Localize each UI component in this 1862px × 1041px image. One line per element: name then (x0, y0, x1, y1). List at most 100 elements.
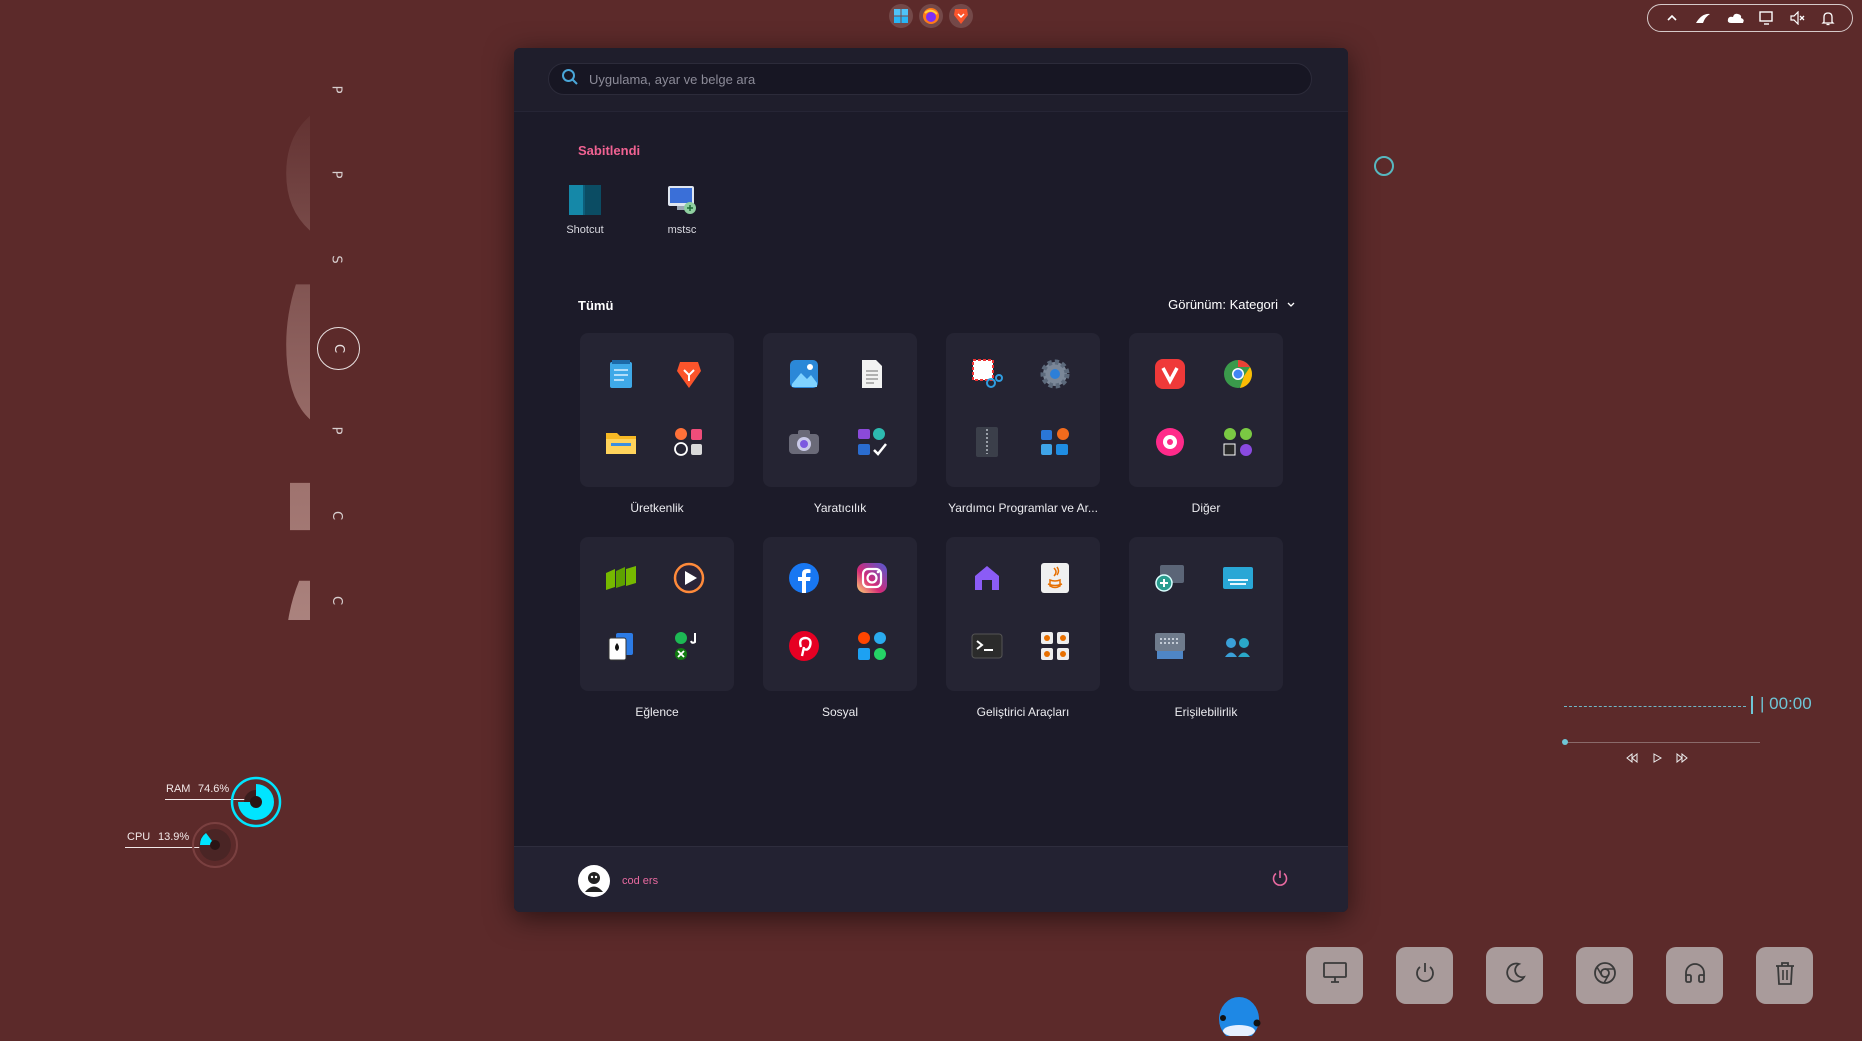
audio-button[interactable] (1666, 947, 1723, 1004)
mascot-widget[interactable] (1217, 995, 1261, 1041)
cloud-icon[interactable] (1727, 11, 1745, 25)
camera-icon (787, 425, 821, 459)
previous-icon[interactable] (1626, 750, 1638, 768)
recycle-bin-button[interactable] (1756, 947, 1813, 1004)
search-box[interactable] (548, 63, 1312, 95)
quick-dock (1306, 947, 1813, 1004)
media-progress-handle[interactable] (1562, 739, 1568, 745)
category-tile[interactable] (946, 333, 1100, 487)
firefox-icon[interactable] (919, 4, 943, 28)
category-accessibility[interactable]: Erişilebilirlik (1129, 537, 1283, 719)
category-utilities[interactable]: Yardımcı Programlar ve Ar... (946, 333, 1100, 515)
category-label: Erişilebilirlik (1174, 705, 1238, 719)
apps-cluster-icon (1038, 425, 1072, 459)
category-entertainment[interactable]: Eğlence (580, 537, 734, 719)
view-mode-label: Görünüm: Kategori (1168, 297, 1278, 312)
pinned-app-label: Shotcut (566, 224, 604, 236)
media-separator (1751, 696, 1753, 714)
media-time: | 00:00 (1760, 694, 1812, 713)
category-creativity[interactable]: Yaratıcılık (763, 333, 917, 515)
apps-cluster-icon (1221, 629, 1255, 663)
side-label-7[interactable]: C (329, 596, 344, 605)
side-label-5[interactable]: P (328, 427, 343, 435)
pinned-app-shotcut[interactable]: Shotcut (550, 182, 620, 236)
view-mode-dropdown[interactable]: Görünüm: Kategori (1146, 297, 1296, 312)
search-input[interactable] (587, 70, 1267, 88)
chrome-icon (1221, 357, 1255, 391)
trash-icon (1774, 960, 1796, 991)
bell-icon[interactable] (1821, 11, 1835, 26)
side-label-6[interactable]: C (329, 511, 344, 520)
category-tile[interactable] (580, 333, 734, 487)
side-label-4: C (330, 343, 346, 354)
system-tray (1647, 4, 1853, 32)
category-label: Eğlence (635, 705, 679, 719)
chrome-icon (1592, 960, 1618, 991)
side-label-1[interactable]: P (328, 86, 343, 94)
category-tile[interactable] (946, 537, 1100, 691)
apps-cluster-icon (672, 629, 706, 663)
pinned-app-mstsc[interactable]: mstsc (647, 182, 717, 236)
nvidia-icon (604, 561, 638, 595)
category-tile[interactable] (580, 537, 734, 691)
browser-button[interactable] (1576, 947, 1633, 1004)
pen-icon[interactable] (1694, 11, 1712, 25)
avatar (578, 865, 610, 897)
search-bar-area (514, 48, 1348, 112)
power-button[interactable] (1268, 868, 1292, 892)
headphones-icon (1683, 961, 1707, 990)
category-label: Yaratıcılık (813, 501, 867, 515)
mute-icon[interactable] (1790, 11, 1806, 25)
pinned-title: Sabitlendi (578, 143, 641, 158)
cpu-label: CPU (127, 831, 151, 843)
category-social[interactable]: Sosyal (763, 537, 917, 719)
category-productivity[interactable]: Üretkenlik (580, 333, 734, 515)
desktop-clock: 03:55 (70, 80, 538, 933)
desktop-ring-widget[interactable] (1374, 156, 1394, 176)
terminal-icon (970, 629, 1004, 663)
side-label-2[interactable]: P (328, 171, 343, 179)
category-tile[interactable] (1129, 333, 1283, 487)
sleep-button[interactable] (1486, 947, 1543, 1004)
category-tile[interactable] (763, 537, 917, 691)
facebook-icon (787, 561, 821, 595)
ram-label: RAM (166, 783, 191, 795)
user-profile[interactable]: cod ers (578, 865, 658, 897)
start-menu: Sabitlendi Shotcut mstsc Tümü Görünüm: K… (514, 48, 1348, 912)
system-stats-widget: RAM 74.6% CPU 13.9% (120, 770, 290, 870)
show-desktop-button[interactable] (1306, 947, 1363, 1004)
pinterest-icon (787, 629, 821, 663)
archive-icon (970, 425, 1004, 459)
category-label: Yardımcı Programlar ve Ar... (948, 501, 1098, 515)
play-icon[interactable] (1652, 750, 1663, 768)
shotcut-icon (567, 182, 603, 218)
moon-icon (1503, 961, 1527, 990)
all-apps-title: Tümü (578, 298, 614, 313)
next-icon[interactable] (1676, 750, 1688, 768)
category-tile[interactable] (763, 333, 917, 487)
side-label-3[interactable]: S (329, 255, 344, 263)
solitaire-icon (604, 629, 638, 663)
start-menu-footer: cod ers (514, 846, 1348, 912)
user-name: cod ers (622, 875, 659, 887)
media-waveform (1564, 706, 1746, 707)
side-active-ring[interactable]: C (317, 327, 360, 370)
media-player-icon (672, 561, 706, 595)
search-icon (561, 68, 579, 91)
start-icon[interactable] (889, 4, 913, 28)
folder-icon (604, 425, 638, 459)
category-other[interactable]: Diğer (1129, 333, 1283, 515)
media-progress-track[interactable] (1564, 742, 1760, 743)
category-developer-tools[interactable]: Geliştirici Araçları (946, 537, 1100, 719)
media-controls (1626, 750, 1688, 768)
brave-icon[interactable] (949, 4, 973, 28)
cpu-gauge (192, 822, 238, 868)
display-icon[interactable] (1759, 11, 1775, 25)
category-label: Diğer (1191, 501, 1221, 515)
power-icon (1271, 869, 1289, 892)
category-label: Sosyal (821, 705, 859, 719)
shutdown-button[interactable] (1396, 947, 1453, 1004)
chevron-up-icon[interactable] (1665, 11, 1679, 25)
music-icon (1153, 425, 1187, 459)
category-tile[interactable] (1129, 537, 1283, 691)
